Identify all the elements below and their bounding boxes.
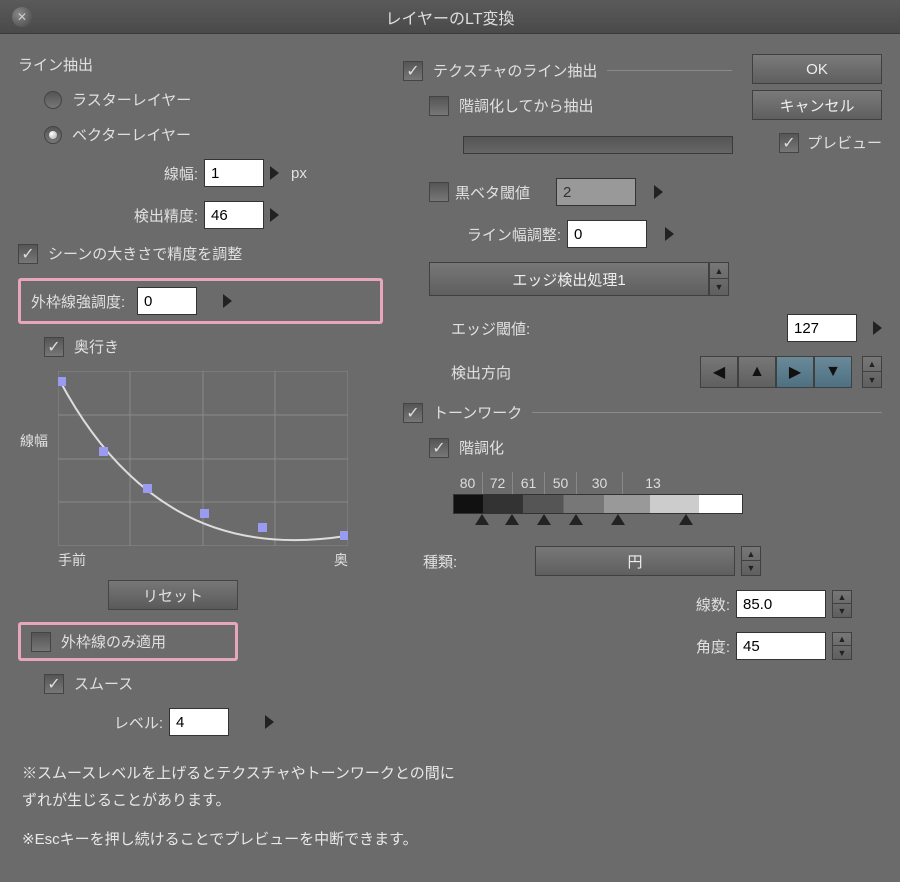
line-width-slider-icon[interactable]	[270, 166, 279, 180]
level-input[interactable]	[169, 708, 229, 736]
depth-label: 奥行き	[74, 336, 119, 357]
graph-x-front-label: 手前	[58, 550, 86, 570]
texture-extract-checkbox[interactable]	[403, 61, 423, 81]
posterize-before-checkbox[interactable]	[429, 96, 449, 116]
lines-input[interactable]	[736, 590, 826, 618]
line-width-unit: px	[291, 165, 307, 182]
lines-down-icon[interactable]: ▼	[833, 604, 851, 617]
accuracy-label: 検出精度:	[128, 205, 198, 226]
vector-layer-radio[interactable]	[44, 126, 62, 144]
posterize-checkbox[interactable]	[429, 438, 449, 458]
preview-label: プレビュー	[807, 132, 882, 153]
accuracy-input[interactable]	[204, 201, 264, 229]
direction-stepper-up-icon[interactable]: ▲	[863, 357, 881, 372]
edge-select-down-icon[interactable]: ▼	[710, 279, 728, 295]
outline-strength-input[interactable]	[137, 287, 197, 315]
edge-select-up-icon[interactable]: ▲	[710, 263, 728, 279]
edge-threshold-input[interactable]	[787, 314, 857, 342]
posterize-before-label: 階調化してから抽出	[459, 95, 594, 116]
angle-down-icon[interactable]: ▼	[833, 646, 851, 659]
cancel-button[interactable]: キャンセル	[752, 90, 882, 120]
angle-up-icon[interactable]: ▲	[833, 633, 851, 646]
lines-up-icon[interactable]: ▲	[833, 591, 851, 604]
angle-input[interactable]	[736, 632, 826, 660]
line-width-adj-label: ライン幅調整:	[451, 224, 561, 245]
direction-down-button[interactable]: ▼	[814, 356, 852, 388]
texture-extract-label: テクスチャのライン抽出	[433, 60, 597, 81]
smooth-checkbox[interactable]	[44, 674, 64, 694]
edge-detection-select[interactable]: エッジ検出処理1	[429, 262, 709, 296]
level-slider-icon[interactable]	[265, 715, 274, 729]
posterize-label: 階調化	[459, 437, 504, 458]
outline-strength-highlight: 外枠線強調度:	[18, 278, 383, 324]
direction-up-button[interactable]: ▲	[738, 356, 776, 388]
scene-size-checkbox[interactable]	[18, 244, 38, 264]
scene-size-label: シーンの大きさで精度を調整	[48, 243, 242, 264]
vector-layer-label: ベクターレイヤー	[72, 124, 191, 145]
smooth-label: スムース	[74, 673, 133, 694]
direction-right-button[interactable]: ▶	[776, 356, 814, 388]
tonework-checkbox[interactable]	[403, 403, 423, 423]
depth-curve-graph[interactable]: 線幅	[58, 371, 348, 546]
detection-direction-label: 検出方向	[451, 362, 521, 383]
black-threshold-slider-icon[interactable]	[654, 185, 663, 199]
footnotes: ※スムースレベルを上げるとテクスチャやトーンワークとの間に ずれが生じることがあ…	[0, 760, 900, 863]
ok-button[interactable]: OK	[752, 54, 882, 84]
lines-label: 線数:	[696, 594, 730, 615]
accuracy-slider-icon[interactable]	[270, 208, 279, 222]
tonework-label: トーンワーク	[433, 402, 522, 423]
edge-threshold-slider-icon[interactable]	[873, 321, 882, 335]
direction-stepper-down-icon[interactable]: ▼	[863, 372, 881, 387]
titlebar: ✕ レイヤーのLT変換	[0, 0, 900, 34]
type-up-icon[interactable]: ▲	[742, 547, 760, 561]
graph-y-label: 線幅	[20, 431, 48, 451]
level-label: レベル:	[108, 712, 163, 733]
line-width-input[interactable]	[204, 159, 264, 187]
graph-x-back-label: 奥	[334, 550, 348, 570]
line-extraction-label: ライン抽出	[18, 54, 383, 75]
outline-strength-label: 外枠線強調度:	[31, 291, 131, 312]
depth-checkbox[interactable]	[44, 337, 64, 357]
angle-label: 角度:	[696, 636, 730, 657]
outline-only-label: 外枠線のみ適用	[61, 631, 166, 652]
type-select[interactable]: 円	[535, 546, 735, 576]
preview-checkbox[interactable]	[779, 133, 799, 153]
raster-layer-radio[interactable]	[44, 91, 62, 109]
line-width-label: 線幅:	[128, 163, 198, 184]
reset-button[interactable]: リセット	[108, 580, 238, 610]
line-width-adj-input[interactable]	[567, 220, 647, 248]
outline-only-highlight: 外枠線のみ適用	[18, 622, 238, 661]
black-threshold-label: 黒ベタ閾値	[455, 182, 550, 203]
outline-strength-slider-icon[interactable]	[223, 294, 232, 308]
black-threshold-input[interactable]	[556, 178, 636, 206]
raster-layer-label: ラスターレイヤー	[72, 89, 191, 110]
edge-threshold-label: エッジ閾値:	[451, 318, 541, 339]
direction-left-button[interactable]: ◀	[700, 356, 738, 388]
type-label: 種類:	[423, 551, 473, 572]
tone-strip[interactable]: 80 72 61 50 30 13	[453, 472, 882, 528]
line-width-adj-slider-icon[interactable]	[665, 227, 674, 241]
window-title: レイヤーのLT変換	[0, 5, 900, 29]
outline-only-checkbox[interactable]	[31, 632, 51, 652]
type-down-icon[interactable]: ▼	[742, 561, 760, 575]
close-icon[interactable]: ✕	[12, 7, 32, 27]
progress-bar	[463, 136, 733, 154]
black-threshold-checkbox[interactable]	[429, 182, 449, 202]
